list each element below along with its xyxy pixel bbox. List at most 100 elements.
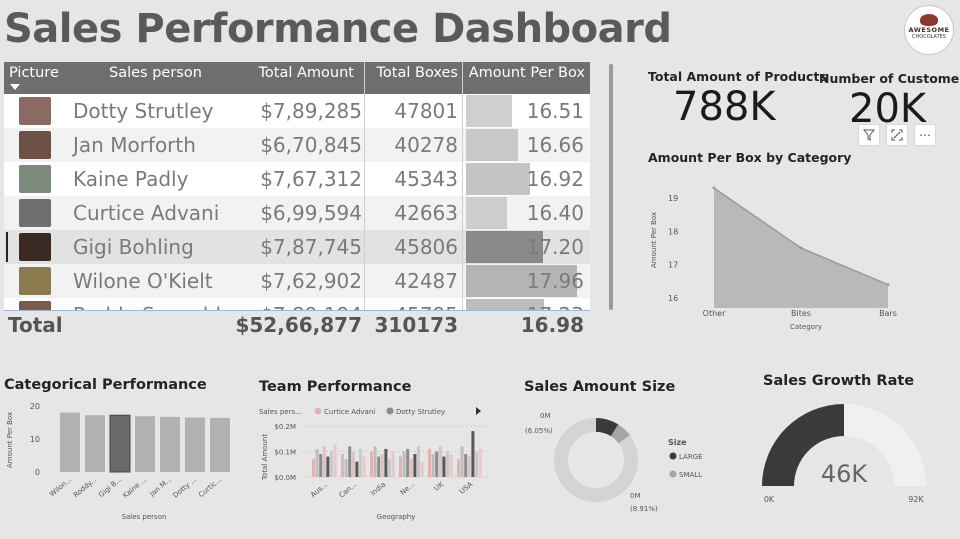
total-amount-cell: $6,70,845 <box>260 133 362 157</box>
sort-desc-icon[interactable] <box>10 84 20 90</box>
team-bar[interactable] <box>417 446 420 477</box>
cat-y-tick: 0 <box>35 468 40 477</box>
area-y-tick: 18 <box>668 227 678 236</box>
categorical-bar-chart[interactable]: 0 10 20 Wilon...Roddy...Gigi B...Kaine ... J… <box>0 396 236 526</box>
team-bar[interactable] <box>406 448 410 477</box>
team-bar[interactable] <box>475 451 478 478</box>
team-bar[interactable] <box>467 456 471 477</box>
cat-x-tick: Gigi B... <box>97 475 123 499</box>
donut-label-pct: (8.91%) <box>630 505 658 513</box>
team-bar[interactable] <box>330 451 333 478</box>
donut-chart-title: Sales Amount Size <box>524 379 676 395</box>
area-x-tick: Other <box>703 309 726 318</box>
total-boxes-cell: 45343 <box>394 167 458 191</box>
team-bar[interactable] <box>457 459 460 477</box>
team-bar[interactable] <box>464 454 468 477</box>
total-boxes-cell: 42487 <box>394 269 458 293</box>
table-row[interactable]: Kaine Padly $7,67,312 45343 16.92 <box>4 162 590 196</box>
cat-bar[interactable] <box>185 417 205 472</box>
team-legend-title: Sales pers... <box>259 408 302 416</box>
cat-x-tick: Dotty ... <box>172 475 199 499</box>
team-bar[interactable] <box>446 451 449 478</box>
area-y-tick: 19 <box>668 194 678 203</box>
amount-per-box-cell: 16.51 <box>526 99 584 123</box>
team-bar[interactable] <box>370 451 373 478</box>
table-row[interactable]: Dotty Strutley $7,89,285 47801 16.51 <box>4 94 590 128</box>
team-bar[interactable] <box>315 448 319 477</box>
total-amount-cell: $7,87,745 <box>260 235 362 259</box>
col-header-picture[interactable]: Picture <box>9 65 59 81</box>
cat-bar[interactable] <box>160 416 180 472</box>
team-bar[interactable] <box>478 448 482 477</box>
team-bar[interactable] <box>388 459 391 477</box>
team-bar[interactable] <box>384 448 388 477</box>
team-bar[interactable] <box>348 446 352 477</box>
table-row[interactable]: Gigi Bohling $7,87,745 45806 17.20 <box>4 230 590 264</box>
more-options-icon[interactable]: ⋯ <box>914 124 936 146</box>
area-chart[interactable]: 16 17 18 19 Other Bites Bars Category Amount Per… <box>644 168 924 334</box>
team-bar[interactable] <box>402 451 406 478</box>
col-header-salesperson[interactable]: Sales person <box>109 65 202 81</box>
column-divider <box>462 62 463 310</box>
team-bar[interactable] <box>438 446 442 477</box>
team-bar[interactable] <box>355 461 359 477</box>
cat-bar[interactable] <box>135 416 155 472</box>
size-donut-chart[interactable]: 0M (6.05%) 0M (8.91%) Size LARGE SMALL <box>520 404 740 518</box>
team-bar[interactable] <box>409 459 413 477</box>
salesperson-name: Gigi Bohling <box>73 235 194 259</box>
total-amount-cell: $7,89,285 <box>260 99 362 123</box>
team-bar-chart[interactable]: Sales pers... Curtice Advani Dotty Strutle… <box>256 400 496 526</box>
team-bar[interactable] <box>428 448 431 477</box>
cat-bar[interactable] <box>109 414 131 473</box>
col-header-amount-per-box[interactable]: Amount Per Box <box>469 65 585 81</box>
salesperson-photo <box>19 131 51 159</box>
table-header: Picture Sales person Total Amount Total … <box>4 62 590 94</box>
team-bar[interactable] <box>326 456 330 477</box>
col-header-total-amount[interactable]: Total Amount <box>259 65 354 81</box>
team-bar[interactable] <box>319 454 323 477</box>
team-bar[interactable] <box>333 443 337 477</box>
team-bar[interactable] <box>435 451 439 478</box>
logo-line1: AWESOME <box>908 26 950 34</box>
team-bar[interactable] <box>322 446 326 477</box>
team-bar[interactable] <box>359 448 362 477</box>
team-bar[interactable] <box>413 454 417 477</box>
team-bar[interactable] <box>471 431 475 477</box>
area-y-tick: 16 <box>668 294 678 303</box>
focus-mode-icon[interactable] <box>886 124 908 146</box>
team-bar[interactable] <box>460 446 464 477</box>
table-row[interactable]: Roddy Speechley $7,89,194 45795 17.23 <box>4 298 590 310</box>
team-bar[interactable] <box>449 454 453 477</box>
cat-bar[interactable] <box>60 412 80 472</box>
team-bar[interactable] <box>420 461 424 477</box>
team-bar[interactable] <box>377 456 381 477</box>
team-bar[interactable] <box>362 456 366 477</box>
total-boxes-cell: 42663 <box>394 201 458 225</box>
col-header-total-boxes[interactable]: Total Boxes <box>377 65 458 81</box>
team-bar[interactable] <box>431 454 435 477</box>
area-point <box>799 246 803 250</box>
amount-per-box-cell: 16.66 <box>526 133 584 157</box>
team-bar[interactable] <box>399 456 402 477</box>
team-bar[interactable] <box>341 454 344 477</box>
team-bar[interactable] <box>344 459 348 477</box>
total-amount-per-box: 16.98 <box>520 313 584 337</box>
legend-next-icon[interactable] <box>476 407 481 415</box>
table-scrollbar[interactable] <box>609 64 613 310</box>
donut-hole <box>568 432 624 488</box>
legend-swatch <box>669 452 677 460</box>
gauge-min: 0K <box>764 495 775 504</box>
team-bar[interactable] <box>442 456 446 477</box>
table-row[interactable]: Jan Morforth $6,70,845 40278 16.66 <box>4 128 590 162</box>
table-row[interactable]: Curtice Advani $6,99,594 42663 16.40 <box>4 196 590 230</box>
team-bar[interactable] <box>391 451 395 478</box>
team-bar[interactable] <box>351 451 355 478</box>
table-row[interactable]: Wilone O'Kielt $7,62,902 42487 17.96 <box>4 264 590 298</box>
cat-bar[interactable] <box>210 417 230 472</box>
growth-gauge[interactable]: 46K 0K 92K <box>756 396 936 510</box>
cat-bar[interactable] <box>85 415 105 472</box>
team-bar[interactable] <box>380 454 384 477</box>
team-bar[interactable] <box>312 459 315 477</box>
team-bar[interactable] <box>373 446 377 477</box>
filter-icon[interactable] <box>858 124 880 146</box>
